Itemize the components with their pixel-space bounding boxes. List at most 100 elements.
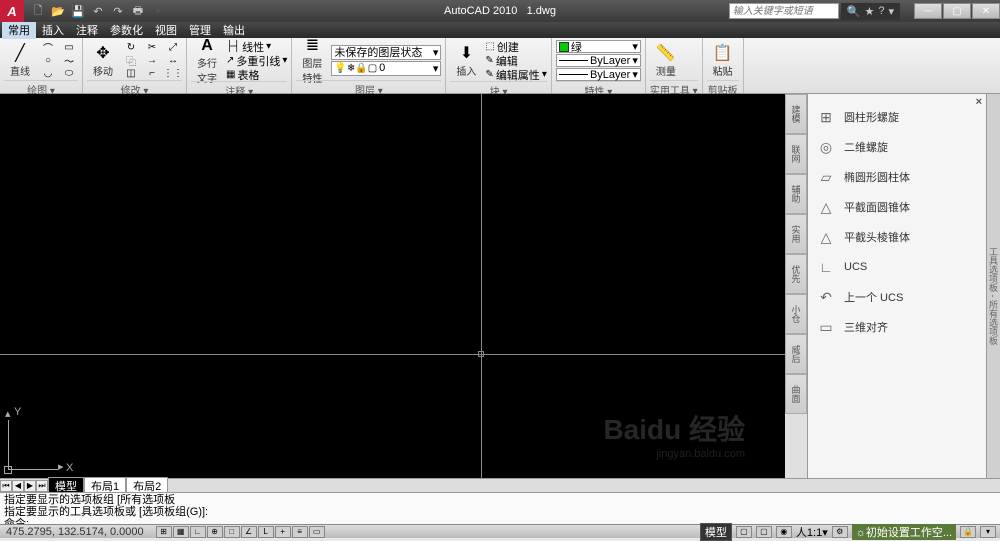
qat-dropdown-icon[interactable]: ▼	[150, 3, 166, 19]
mleader-button[interactable]: ↗ 多重引线 ▾	[226, 54, 287, 67]
tab-insert[interactable]: 插入	[36, 21, 70, 39]
block-edit-button[interactable]: ✎ 编辑	[485, 54, 546, 67]
status-icon-1[interactable]: ▢	[736, 526, 752, 538]
tab-last-icon[interactable]: ⏭	[36, 480, 48, 492]
palette-tab-5[interactable]: 优先	[785, 254, 807, 294]
palette-item-4[interactable]: △平截头棱锥体	[812, 222, 982, 252]
polar-toggle[interactable]: ⊕	[207, 526, 223, 538]
close-button[interactable]: ✕	[972, 3, 1000, 19]
rect-icon[interactable]: ▭	[60, 41, 78, 53]
ellipse-icon[interactable]: ⬭	[60, 67, 78, 79]
lineweight-combo[interactable]: ByLayer▾	[556, 54, 641, 67]
color-combo[interactable]: 绿▾	[556, 40, 641, 53]
linetype-combo[interactable]: ByLayer▾	[556, 68, 641, 81]
workspace-label[interactable]: ☼初始设置工作空...	[852, 524, 956, 540]
ducs-toggle[interactable]: L	[258, 526, 274, 538]
redo-icon[interactable]: ↷	[110, 3, 126, 19]
spline-icon[interactable]: 〜	[60, 54, 78, 66]
extend-icon[interactable]: →	[143, 54, 161, 66]
status-icon-2[interactable]: ▢	[756, 526, 772, 538]
palette-tab-4[interactable]: 实用	[785, 214, 807, 254]
measure-button[interactable]: 📏测量	[650, 40, 682, 80]
crosshair-horizontal	[0, 354, 785, 355]
tab-annotate[interactable]: 注释	[70, 21, 104, 39]
status-icon-3[interactable]: ◉	[776, 526, 792, 538]
line-button[interactable]: ╱直线	[4, 40, 36, 80]
tab-first-icon[interactable]: ⏮	[0, 480, 12, 492]
new-icon[interactable]: 🗋	[30, 3, 46, 19]
mtext-button[interactable]: A多行 文字	[191, 41, 223, 81]
qp-toggle[interactable]: ▭	[309, 526, 325, 538]
undo-icon[interactable]: ↶	[90, 3, 106, 19]
layer-combo[interactable]: 💡❄🔒▢ 0▾	[331, 61, 441, 76]
palette-tab-1[interactable]: 建模	[785, 94, 807, 134]
stretch-icon[interactable]: ↔	[164, 54, 182, 66]
move-button[interactable]: ✥移动	[87, 40, 119, 80]
status-tray-icon[interactable]: ▾	[980, 526, 996, 538]
tab-view[interactable]: 视图	[149, 21, 183, 39]
tab-output[interactable]: 输出	[217, 21, 251, 39]
status-icon-4[interactable]: ⚙	[832, 526, 848, 538]
open-icon[interactable]: 📂	[50, 3, 66, 19]
palette-close-icon[interactable]: ×	[976, 96, 982, 108]
dyn-toggle[interactable]: +	[275, 526, 291, 538]
block-create-button[interactable]: ⬚ 创建	[485, 40, 546, 53]
osnap-toggle[interactable]: □	[224, 526, 240, 538]
block-attr-button[interactable]: ✎ 编辑属性 ▾	[485, 68, 546, 81]
ortho-toggle[interactable]: ∟	[190, 526, 206, 538]
snap-toggle[interactable]: ⊞	[156, 526, 172, 538]
palette-item-7[interactable]: ▭三维对齐	[812, 312, 982, 342]
circle-icon[interactable]: ○	[39, 54, 57, 66]
anno-scale[interactable]: 人1:1▾	[796, 524, 828, 540]
palette-title-bar[interactable]: 工具选项板 - 所有选项板	[986, 94, 1000, 478]
palette-item-5[interactable]: ∟UCS	[812, 252, 982, 282]
search-input[interactable]	[729, 3, 839, 19]
coordinates[interactable]: 475.2795, 132.5174, 0.0000	[0, 526, 150, 538]
fillet-icon[interactable]: ⌐	[143, 67, 161, 79]
tab-prev-icon[interactable]: ◀	[12, 480, 24, 492]
palette-tab-8[interactable]: 曲面	[785, 374, 807, 414]
polyline-icon[interactable]: ⌒	[39, 41, 57, 53]
table-button[interactable]: ▦ 表格	[226, 68, 287, 81]
tab-parametric[interactable]: 参数化	[104, 21, 149, 39]
palette-tab-6[interactable]: 小仓	[785, 294, 807, 334]
palette-item-2[interactable]: ▱椭圆形圆柱体	[812, 162, 982, 192]
mirror-icon[interactable]: ◫	[122, 67, 140, 79]
paste-button[interactable]: 📋粘贴	[707, 40, 739, 80]
star-icon[interactable]: ★	[864, 5, 874, 18]
palette-item-3[interactable]: △平截面圆锥体	[812, 192, 982, 222]
otrack-toggle[interactable]: ∠	[241, 526, 257, 538]
tab-next-icon[interactable]: ▶	[24, 480, 36, 492]
scale-icon[interactable]: ⤢	[164, 41, 182, 53]
array-icon[interactable]: ⋮⋮	[164, 67, 182, 79]
palette-tab-2[interactable]: 联网	[785, 134, 807, 174]
panel-block: ⬇插入 ⬚ 创建 ✎ 编辑 ✎ 编辑属性 ▾ 块 ▾	[446, 38, 551, 93]
palette-item-0[interactable]: ⊞圆柱形螺旋	[812, 102, 982, 132]
palette-tab-3[interactable]: 辅助	[785, 174, 807, 214]
minimize-button[interactable]: ─	[914, 3, 942, 19]
app-icon[interactable]: A	[0, 0, 24, 22]
palette-tab-7[interactable]: 威后	[785, 334, 807, 374]
trim-icon[interactable]: ✂	[143, 41, 161, 53]
search-icon[interactable]: 🔍	[847, 5, 861, 18]
copy-icon[interactable]: ⿻	[122, 54, 140, 66]
arc-icon[interactable]: ◡	[39, 67, 57, 79]
lwt-toggle[interactable]: ≡	[292, 526, 308, 538]
rotate-icon[interactable]: ↻	[122, 41, 140, 53]
drawing-area[interactable]: ▸ ▴ X Y Baidu 经验 jingyan.baidu.com	[0, 94, 785, 478]
save-icon[interactable]: 💾	[70, 3, 86, 19]
layer-state-combo[interactable]: 未保存的图层状态▾	[331, 45, 441, 60]
status-lock-icon[interactable]: 🔒	[960, 526, 976, 538]
help-icon[interactable]: ?	[878, 5, 884, 18]
insert-button[interactable]: ⬇插入	[450, 41, 482, 81]
command-line[interactable]: 指定要显示的选项板组 [所有选项板 指定要显示的工具选项板或 [选项板组(G)]…	[0, 492, 1000, 524]
layer-properties-button[interactable]: ≣图层 特性	[296, 40, 328, 80]
maximize-button[interactable]: ▢	[943, 3, 971, 19]
tab-common[interactable]: 常用	[2, 21, 36, 39]
palette-item-6[interactable]: ↶上一个 UCS	[812, 282, 982, 312]
print-icon[interactable]: 🖶	[130, 3, 146, 19]
palette-item-1[interactable]: ◎二维螺旋	[812, 132, 982, 162]
linear-dim-button[interactable]: ├┤ 线性 ▾	[226, 40, 287, 53]
grid-toggle[interactable]: ▦	[173, 526, 189, 538]
dropdown-icon[interactable]: ▾	[888, 5, 894, 18]
